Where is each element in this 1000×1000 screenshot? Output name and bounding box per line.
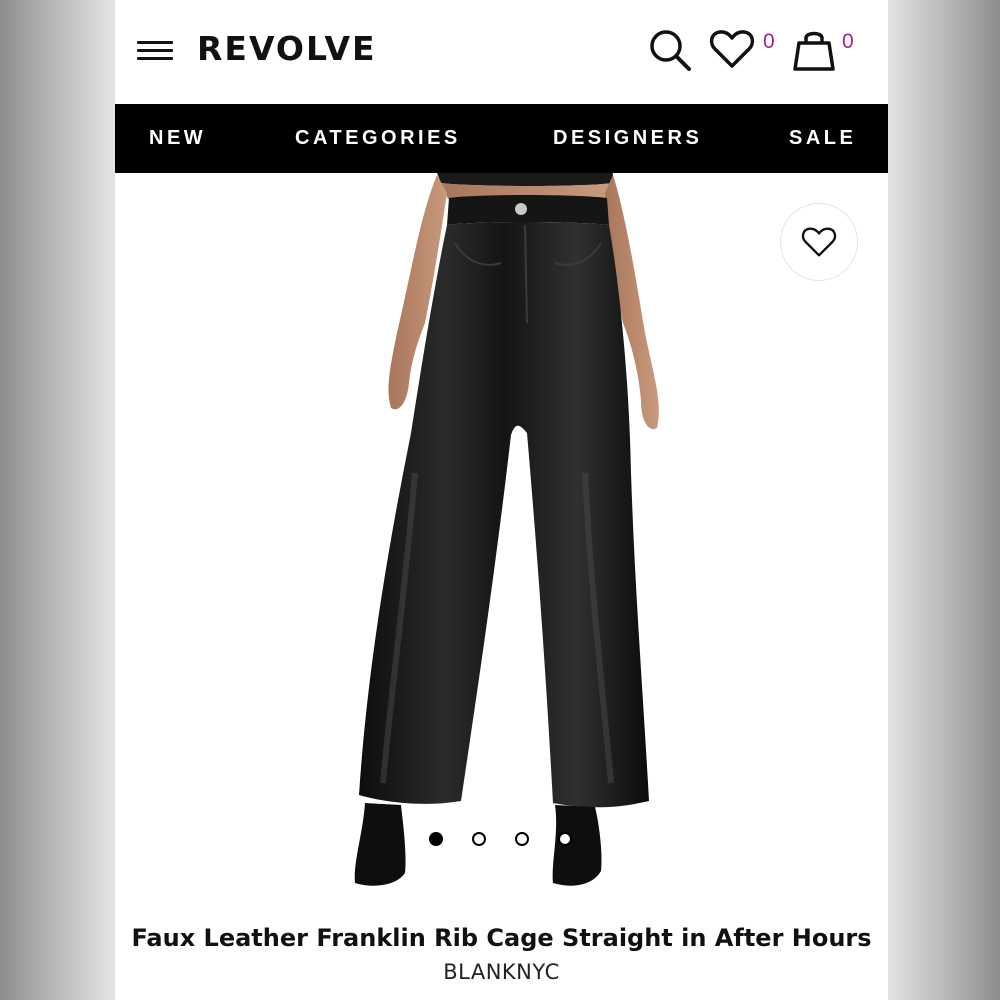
hamburger-menu-icon[interactable] [137,38,175,62]
carousel-indicators [115,832,888,848]
product-image [354,173,659,886]
carousel-dot-3[interactable] [515,832,529,846]
product-image-carousel[interactable] [115,173,888,908]
carousel-dot-1[interactable] [429,832,443,846]
nav-item-sale[interactable]: SALE [789,127,856,150]
shopping-bag-icon[interactable] [791,26,837,72]
heart-outline-icon [801,227,837,257]
product-brand[interactable]: BLANKNYC [115,960,888,984]
carousel-dot-2[interactable] [472,832,486,846]
bag-count: 0 [842,30,854,53]
phone-screen: REVOLVE 0 0 NEW CATEGORIES DESIGNERS SAL… [115,0,888,1000]
nav-item-new[interactable]: NEW [149,127,206,150]
nav-item-categories[interactable]: CATEGORIES [295,127,461,150]
wishlist-count: 0 [763,30,775,53]
search-icon[interactable] [647,27,693,73]
heart-icon[interactable] [709,28,755,70]
app-header: REVOLVE 0 0 [115,0,888,104]
product-title: Faux Leather Franklin Rib Cage Straight … [131,924,872,952]
favorite-button[interactable] [780,203,858,281]
brand-logo[interactable]: REVOLVE [197,29,377,68]
main-nav: NEW CATEGORIES DESIGNERS SALE [115,104,888,173]
carousel-dot-4[interactable] [558,832,572,846]
nav-item-designers[interactable]: DESIGNERS [553,127,702,150]
